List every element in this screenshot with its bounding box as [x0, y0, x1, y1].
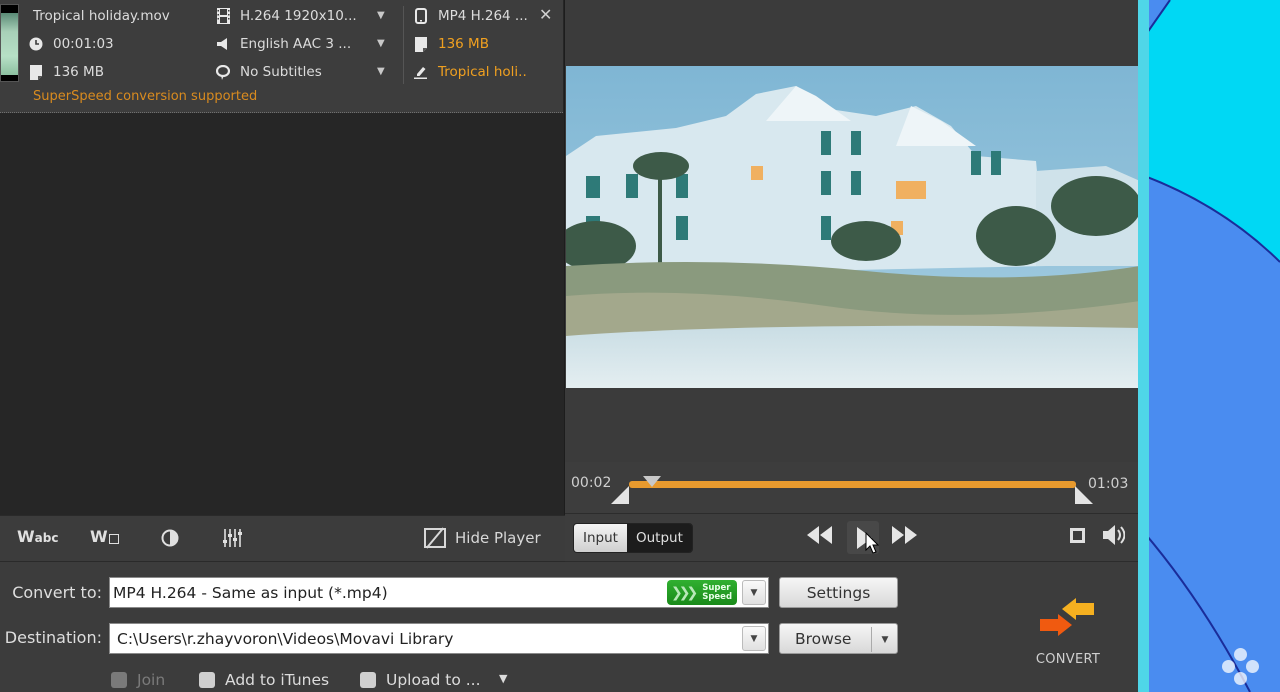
- size-row: 136 MB: [29, 62, 104, 82]
- video-track-row[interactable]: H.264 1920x10...: [216, 6, 357, 26]
- image-watermark-button[interactable]: W: [90, 527, 119, 546]
- movavi-video-converter-window: Tropical holiday.mov 00:01:03 136 MB H.2…: [0, 0, 1142, 692]
- output-name-value: Tropical holi..: [438, 64, 527, 80]
- contrast-icon: [161, 529, 179, 547]
- file-item[interactable]: Tropical holiday.mov 00:01:03 136 MB H.2…: [0, 0, 563, 113]
- subtitles-value: No Subtitles: [240, 64, 322, 80]
- adjust-colors-button[interactable]: [161, 529, 179, 551]
- subtitles-row[interactable]: No Subtitles: [216, 62, 322, 82]
- window-edge: [1138, 0, 1149, 692]
- superspeed-chevrons-icon: ❯❯❯: [671, 584, 698, 601]
- output-tab[interactable]: Output: [626, 524, 692, 552]
- output-format-row: MP4 H.264 ...: [414, 6, 528, 26]
- browse-label: Browse: [795, 629, 852, 648]
- speaker-icon: [216, 36, 230, 52]
- audio-track-row[interactable]: English AAC 3 ...: [216, 34, 351, 54]
- file-name: Tropical holiday.mov: [33, 8, 170, 24]
- clock-icon: [29, 36, 43, 52]
- speech-bubble-icon: [216, 64, 230, 80]
- settings-button[interactable]: Settings: [779, 577, 898, 608]
- destination-input[interactable]: C:\Users\r.zhayvoron\Videos\Movavi Libra…: [109, 623, 769, 654]
- output-name-row[interactable]: Tropical holi..: [414, 62, 527, 82]
- trim-end-time: 01:03: [1088, 476, 1129, 492]
- browse-dropdown-button[interactable]: ▼: [874, 627, 896, 652]
- video-track-dropdown-icon[interactable]: ▼: [377, 10, 385, 21]
- convert-label: CONVERT: [1035, 652, 1101, 667]
- file-icon: [414, 36, 428, 52]
- audio-track-value: English AAC 3 ...: [240, 36, 352, 52]
- upload-checkbox-box[interactable]: [360, 672, 376, 688]
- video-preview: [566, 66, 1140, 388]
- browse-split-divider: [871, 627, 872, 652]
- subtitles-dropdown-icon[interactable]: ▼: [377, 66, 385, 77]
- upload-to-checkbox[interactable]: Upload to ...: [360, 671, 481, 689]
- convert-to-dropdown-button[interactable]: ▼: [742, 580, 766, 605]
- volume-button[interactable]: [1103, 525, 1126, 550]
- convert-arrow-yellow-icon: [1062, 598, 1094, 620]
- join-checkbox[interactable]: Join: [111, 671, 165, 689]
- superspeed-line2: Speed: [702, 591, 733, 602]
- volume-icon: [1103, 525, 1126, 545]
- equalizer-icon: [223, 529, 242, 547]
- audio-track-dropdown-icon[interactable]: ▼: [377, 38, 385, 49]
- pencil-icon: [414, 64, 428, 80]
- convert-button[interactable]: CONVERT: [1022, 594, 1114, 674]
- trim-timeline: 00:02 01:03: [565, 462, 1142, 514]
- trim-start-time: 00:02: [571, 475, 612, 491]
- superspeed-note: SuperSpeed conversion supported: [33, 89, 258, 104]
- input-tab[interactable]: Input: [574, 524, 627, 552]
- rewind-icon: [807, 526, 832, 544]
- video-player: 00:02 01:03 Input Output: [565, 0, 1142, 562]
- film-icon: [216, 8, 230, 24]
- playhead-marker[interactable]: [643, 476, 661, 487]
- mouse-cursor: [865, 532, 879, 554]
- rewind-button[interactable]: [807, 526, 833, 548]
- superspeed-badge: ❯❯❯ Super Speed: [667, 580, 737, 605]
- text-watermark-icon: Wabc: [17, 527, 59, 546]
- file-list: Tropical holiday.mov 00:01:03 136 MB H.2…: [0, 0, 565, 515]
- fast-forward-button[interactable]: [891, 526, 917, 548]
- itunes-label: Add to iTunes: [225, 671, 330, 689]
- destination-value: C:\Users\r.zhayvoron\Videos\Movavi Libra…: [117, 629, 454, 648]
- add-to-itunes-checkbox[interactable]: Add to iTunes: [199, 671, 329, 689]
- desktop-wallpaper: [1142, 0, 1280, 692]
- app-launcher-icon[interactable]: [1222, 648, 1259, 685]
- timeline-track[interactable]: [629, 481, 1076, 488]
- join-checkbox-box[interactable]: [111, 672, 127, 688]
- divider: [403, 6, 404, 84]
- hide-player-button[interactable]: Hide Player: [424, 528, 541, 548]
- output-size-row: 136 MB: [414, 34, 489, 54]
- conversion-settings: Convert to: MP4 H.264 - Same as input (*…: [0, 562, 1142, 692]
- upload-label: Upload to ...: [386, 671, 481, 689]
- equalizer-button[interactable]: [222, 528, 242, 552]
- fast-forward-icon: [892, 526, 917, 544]
- join-label: Join: [137, 671, 166, 689]
- image-watermark-icon: W: [90, 527, 119, 546]
- duration-row: 00:01:03: [29, 34, 114, 54]
- input-output-toggle: Input Output: [573, 523, 693, 553]
- player-controls: Input Output: [565, 514, 1142, 562]
- itunes-checkbox-box[interactable]: [199, 672, 215, 688]
- edit-toolbar: Wabc W Hide Player: [0, 515, 565, 562]
- output-format-value: MP4 H.264 ...: [438, 8, 528, 24]
- trim-start-handle[interactable]: [611, 486, 629, 504]
- destination-dropdown-button[interactable]: ▼: [742, 626, 766, 651]
- file-icon: [29, 64, 43, 80]
- file-size: 136 MB: [53, 64, 104, 80]
- phone-icon: [414, 8, 428, 24]
- upload-dropdown-icon[interactable]: ▼: [499, 672, 507, 685]
- fullscreen-button[interactable]: [1070, 528, 1085, 543]
- hide-player-icon: [424, 528, 446, 548]
- file-name-row: Tropical holiday.mov: [33, 6, 170, 26]
- convert-to-label: Convert to:: [12, 583, 102, 602]
- video-track-value: H.264 1920x10...: [240, 8, 357, 24]
- output-size-value: 136 MB: [438, 36, 489, 52]
- convert-to-value: MP4 H.264 - Same as input (*.mp4): [113, 583, 388, 602]
- video-thumbnail: [0, 4, 19, 82]
- destination-label: Destination:: [4, 628, 102, 647]
- text-watermark-button[interactable]: Wabc: [17, 527, 58, 546]
- file-duration: 00:01:03: [53, 36, 114, 52]
- remove-file-button[interactable]: ✕: [539, 5, 552, 24]
- hide-player-label: Hide Player: [455, 529, 541, 547]
